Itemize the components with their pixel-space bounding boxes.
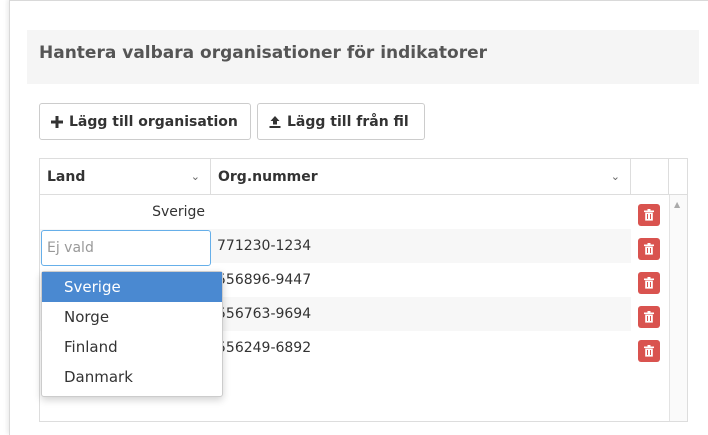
- cell-org-nummer[interactable]: [211, 195, 631, 229]
- cell-org-nummer[interactable]: 771230-1234: [211, 229, 631, 263]
- trash-icon: [644, 311, 654, 323]
- column-label-org-nummer: Org.nummer: [218, 168, 318, 185]
- dropdown-option-norge[interactable]: Norge: [42, 302, 222, 332]
- delete-row-button[interactable]: [638, 306, 660, 328]
- delete-row-button[interactable]: [638, 340, 660, 362]
- trash-icon: [644, 345, 654, 357]
- chevron-down-icon[interactable]: ⌄: [611, 170, 620, 183]
- cell-org-nummer[interactable]: 556896-9447: [211, 263, 631, 297]
- add-from-file-label: Lägg till från fil: [287, 113, 409, 130]
- cell-land[interactable]: Sverige: [40, 195, 211, 229]
- dropdown-option-sverige[interactable]: Sverige: [42, 272, 222, 302]
- scroll-up-arrow-icon[interactable]: ▲: [674, 200, 680, 209]
- delete-row-button[interactable]: [638, 238, 660, 260]
- column-label-land: Land: [47, 168, 86, 185]
- trash-icon: [644, 209, 654, 221]
- add-organisation-button[interactable]: Lägg till organisation: [39, 103, 251, 140]
- cell-org-nummer[interactable]: 556763-9694: [211, 297, 631, 331]
- land-select-input[interactable]: Ej vald: [41, 230, 211, 266]
- dropdown-option-danmark[interactable]: Danmark: [42, 362, 222, 392]
- chevron-down-icon[interactable]: ⌄: [191, 170, 200, 183]
- page-title: Hantera valbara organisationer för indik…: [39, 43, 488, 63]
- column-header-actions: [631, 159, 669, 194]
- column-header-land[interactable]: Land ⌄: [40, 159, 211, 194]
- add-from-file-button[interactable]: Lägg till från fil: [257, 103, 425, 140]
- trash-icon: [644, 277, 654, 289]
- grid-header: Land ⌄ Org.nummer ⌄: [40, 159, 687, 195]
- table-row[interactable]: Sverige: [40, 195, 631, 229]
- column-header-org-nummer[interactable]: Org.nummer ⌄: [211, 159, 631, 194]
- trash-icon: [644, 243, 654, 255]
- plus-icon: [50, 115, 64, 129]
- cell-org-nummer[interactable]: 556249-6892: [211, 331, 631, 365]
- upload-icon: [268, 115, 282, 129]
- dropdown-option-finland[interactable]: Finland: [42, 332, 222, 362]
- add-organisation-label: Lägg till organisation: [69, 113, 238, 130]
- vertical-scrollbar[interactable]: ▲: [669, 195, 687, 421]
- land-select-placeholder: Ej vald: [47, 240, 94, 256]
- land-dropdown: Sverige Norge Finland Danmark: [41, 271, 223, 397]
- delete-row-button[interactable]: [638, 204, 660, 226]
- delete-row-button[interactable]: [638, 272, 660, 294]
